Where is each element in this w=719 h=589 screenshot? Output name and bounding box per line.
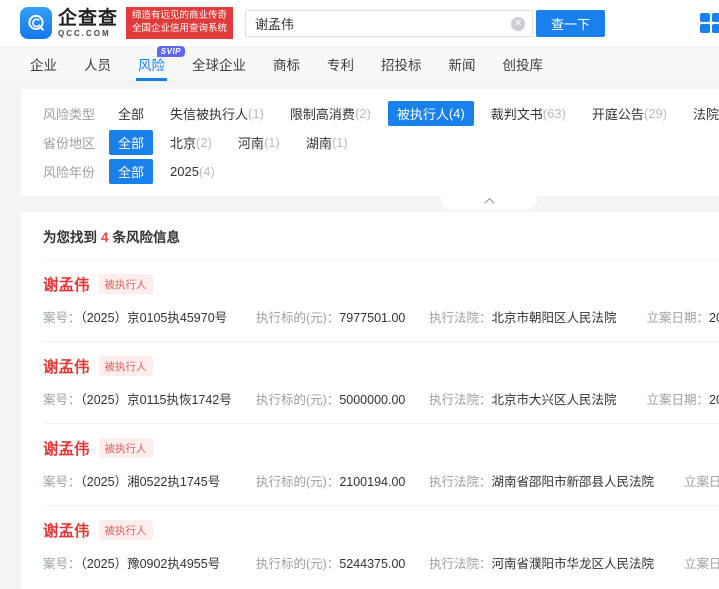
filter-label: 省份地区: [43, 133, 109, 152]
court-value: 河南省濮阳市华龙区人民法院: [492, 557, 655, 571]
filter-option-court-notice[interactable]: 法院公告(6): [684, 101, 719, 126]
case-no-value: （2025）京0115执恢1742号: [81, 393, 232, 407]
nav-tab-patent[interactable]: 专利: [327, 47, 354, 81]
amount-value: 5244375.00: [339, 557, 405, 571]
results-count: 4: [101, 230, 109, 245]
filing-date-value: 2025-11-25: [709, 311, 719, 325]
amount-label: 执行标的(元)：: [256, 393, 339, 407]
filter-panel: 风险类型 全部 失信被执行人(1) 限制高消费(2) 被执行人(4) 裁判文书(…: [21, 89, 719, 196]
amount-label: 执行标的(元)：: [256, 311, 339, 325]
filter-option-2025[interactable]: 2025(4): [161, 161, 224, 182]
filter-option-judgment[interactable]: 裁判文书(63): [482, 101, 575, 126]
filter-option-all[interactable]: 全部: [109, 130, 153, 155]
filter-option-henan[interactable]: 河南(1): [229, 130, 289, 155]
search-input-wrap: ✕: [245, 10, 533, 37]
nav-tab-global-company[interactable]: 全球企业: [192, 47, 246, 81]
filter-option-dishonest[interactable]: 失信被执行人(1): [161, 101, 273, 126]
filter-option-all[interactable]: 全部: [109, 101, 153, 126]
results-summary: 为您找到4条风险信息: [43, 226, 719, 259]
nav-tab-trademark[interactable]: 商标: [273, 47, 300, 81]
app-header: 企查查 QCC.COM 缔造有远见的商业传奇 全国企业信用查询系统 ✕ 查一下: [0, 0, 719, 46]
nav-tab-bidding[interactable]: 招投标: [381, 47, 422, 81]
filing-date-label: 立案日期：: [647, 311, 710, 325]
amount-value: 7977501.00: [339, 311, 405, 325]
court-label: 执行法院：: [429, 311, 492, 325]
court-label: 执行法院：: [429, 393, 492, 407]
filter-label: 风险类型: [43, 104, 109, 123]
result-row: 谢孟伟 被执行人 案号：（2025）湘0522执1745号 执行标的(元)：21…: [43, 423, 719, 505]
page-body: 风险类型 全部 失信被执行人(1) 限制高消费(2) 被执行人(4) 裁判文书(…: [0, 89, 719, 589]
nav-tab-risk[interactable]: 风险 SVIP: [138, 47, 165, 81]
filter-row-province: 省份地区 全部 北京(2) 河南(1) 湖南(1): [43, 128, 719, 157]
amount-label: 执行标的(元)：: [256, 475, 339, 489]
court-value: 湖南省邵阳市新邵县人民法院: [492, 475, 655, 489]
slogan-line1: 缔造有远见的商业传奇: [132, 10, 227, 23]
brand-name: 企查查: [58, 9, 118, 28]
filter-option-all[interactable]: 全部: [109, 159, 153, 184]
filing-date-label: 立案日期：: [647, 393, 710, 407]
svip-badge: SVIP: [157, 46, 185, 57]
brand-domain: QCC.COM: [58, 30, 118, 38]
court-label: 执行法院：: [429, 475, 492, 489]
filter-option-consumption-limit[interactable]: 限制高消费(2): [281, 101, 380, 126]
clear-search-icon[interactable]: ✕: [511, 17, 525, 31]
results-panel: 为您找到4条风险信息 谢孟伟 被执行人 案号：（2025）京0105执45970…: [21, 212, 719, 589]
risk-type-tag: 被执行人: [99, 520, 153, 540]
result-row: 谢孟伟 被执行人 案号：（2025）京0115执恢1742号 执行标的(元)：5…: [43, 341, 719, 423]
nav-tab-news[interactable]: 新闻: [449, 47, 476, 81]
filing-date-label: 立案日期：: [684, 557, 719, 571]
search-bar: ✕ 查一下: [245, 10, 605, 37]
qcc-logo-text: 企查查 QCC.COM: [58, 9, 118, 38]
filter-option-hunan[interactable]: 湖南(1): [297, 130, 357, 155]
case-no-value: （2025）京0105执45970号: [81, 311, 228, 325]
search-input[interactable]: [246, 11, 532, 36]
case-no-label: 案号：: [43, 557, 81, 571]
amount-value: 5000000.00: [339, 393, 405, 407]
chevron-up-icon: [484, 198, 494, 208]
qcc-logo-icon: [20, 7, 52, 39]
person-name-link[interactable]: 谢孟伟: [43, 519, 90, 541]
amount-label: 执行标的(元)：: [256, 557, 339, 571]
filter-option-court-session[interactable]: 开庭公告(29): [583, 101, 676, 126]
filter-label: 风险年份: [43, 162, 109, 181]
filter-row-year: 风险年份 全部 2025(4): [43, 157, 719, 186]
filter-option-executed-person[interactable]: 被执行人(4): [388, 101, 474, 126]
qcc-logo[interactable]: 企查查 QCC.COM: [20, 7, 118, 39]
collapse-filters-button[interactable]: [441, 196, 537, 209]
court-label: 执行法院：: [429, 557, 492, 571]
nav-tab-person[interactable]: 人员: [84, 47, 111, 81]
case-no-label: 案号：: [43, 475, 81, 489]
case-no-label: 案号：: [43, 393, 81, 407]
search-button[interactable]: 查一下: [536, 10, 605, 37]
apps-grid-icon[interactable]: [700, 13, 719, 35]
person-name-link[interactable]: 谢孟伟: [43, 437, 90, 459]
person-name-link[interactable]: 谢孟伟: [43, 355, 90, 377]
main-nav: 企业 人员 风险 SVIP 全球企业 商标 专利 招投标 新闻 创投库: [0, 46, 719, 82]
case-no-value: （2025）湘0522执1745号: [81, 475, 221, 489]
result-row: 谢孟伟 被执行人 案号：（2025）京0105执45970号 执行标的(元)：7…: [43, 259, 719, 341]
result-row: 谢孟伟 被执行人 案号：（2025）豫0902执4955号 执行标的(元)：52…: [43, 505, 719, 587]
filter-row-risk-type: 风险类型 全部 失信被执行人(1) 限制高消费(2) 被执行人(4) 裁判文书(…: [43, 99, 719, 128]
slogan-line2: 全国企业信用查询系统: [132, 23, 227, 36]
case-no-value: （2025）豫0902执4955号: [81, 557, 221, 571]
case-no-label: 案号：: [43, 311, 81, 325]
amount-value: 2100194.00: [339, 475, 405, 489]
risk-type-tag: 被执行人: [99, 438, 153, 458]
person-name-link[interactable]: 谢孟伟: [43, 273, 90, 295]
filing-date-value: 2025-09-02: [709, 393, 719, 407]
filing-date-label: 立案日期：: [684, 475, 719, 489]
slogan-badge: 缔造有远见的商业传奇 全国企业信用查询系统: [126, 7, 233, 39]
nav-tab-vc[interactable]: 创投库: [503, 47, 544, 81]
risk-type-tag: 被执行人: [99, 356, 153, 376]
court-value: 北京市朝阳区人民法院: [492, 311, 617, 325]
court-value: 北京市大兴区人民法院: [492, 393, 617, 407]
risk-type-tag: 被执行人: [99, 274, 153, 294]
nav-tab-company[interactable]: 企业: [30, 47, 57, 81]
filter-option-beijing[interactable]: 北京(2): [161, 130, 221, 155]
